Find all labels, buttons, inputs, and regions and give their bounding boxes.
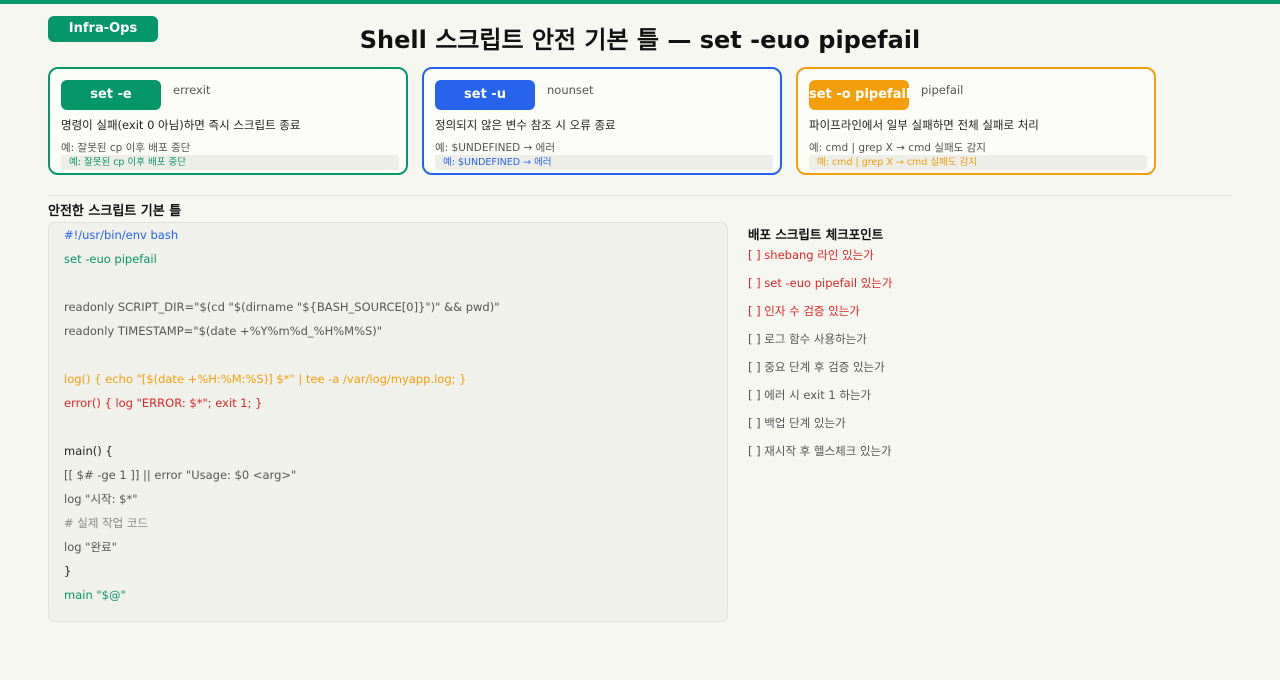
- top-accent-bar: [0, 0, 1280, 4]
- checklist-item: [ ] 로그 함수 사용하는가: [748, 332, 867, 346]
- code-line-arg-check: [[ $# -ge 1 ]] || error "Usage: $0 <arg>…: [64, 468, 297, 482]
- code-line-script-dir: readonly SCRIPT_DIR="$(cd "$(dirname "${…: [64, 300, 500, 314]
- flag-example-highlight: 예: $UNDEFINED → 에러: [435, 155, 773, 170]
- flag-example-highlight: 예: 잘못된 cp 이후 배포 중단: [61, 155, 399, 170]
- flag-alias: errexit: [173, 83, 211, 97]
- flag-alias: nounset: [547, 83, 594, 97]
- checklist-item: [ ] 인자 수 검증 있는가: [748, 304, 860, 318]
- code-line-comment: # 실제 작업 코드: [64, 516, 149, 530]
- code-section-title: 안전한 스크립트 기본 틀: [48, 204, 182, 219]
- checklist-item: [ ] 백업 단계 있는가: [748, 416, 846, 430]
- card-set-o-pipefail: set -o pipefail pipefail 파이프라인에서 일부 실패하면…: [796, 67, 1156, 175]
- checklist-item: [ ] set -euo pipefail 있는가: [748, 276, 893, 290]
- flag-description: 정의되지 않은 변수 참조 시 오류 종료: [435, 118, 616, 132]
- code-line-error-function: error() { log "ERROR: $*"; exit 1; }: [64, 396, 263, 410]
- code-block: #!/usr/bin/env bash set -euo pipefail re…: [48, 222, 728, 622]
- code-line-log-done: log "완료": [64, 540, 117, 554]
- code-line-log-start: log "시작: $*": [64, 492, 138, 506]
- flag-example-highlight: 예: cmd | grep X → cmd 실패도 감지: [809, 155, 1147, 170]
- card-set-e: set -e errexit 명령이 실패(exit 0 아님)하면 즉시 스크…: [48, 67, 408, 175]
- flag-pill-set-e: set -e: [61, 80, 161, 110]
- checklist-item: [ ] 에러 시 exit 1 하는가: [748, 388, 872, 402]
- flag-example: 예: 잘못된 cp 이후 배포 중단: [61, 142, 191, 154]
- code-line-set-flags: set -euo pipefail: [64, 252, 157, 266]
- flag-alias: pipefail: [921, 83, 964, 97]
- code-line-main-open: main() {: [64, 444, 113, 458]
- section-divider: [48, 195, 1232, 196]
- flag-pill-set-o-pipefail: set -o pipefail: [809, 80, 909, 110]
- flag-pill-set-u: set -u: [435, 80, 535, 110]
- checklist-item: [ ] 재시작 후 헬스체크 있는가: [748, 444, 892, 458]
- flag-description: 파이프라인에서 일부 실패하면 전체 실패로 처리: [809, 118, 1039, 132]
- code-line-main-call: main "$@": [64, 588, 126, 602]
- code-line-log-function: log() { echo "[$(date +%H:%M:%S)] $*" | …: [64, 372, 467, 386]
- checklist-title: 배포 스크립트 체크포인트: [748, 227, 884, 242]
- code-line-main-close: }: [64, 564, 72, 578]
- code-line-shebang: #!/usr/bin/env bash: [64, 228, 179, 242]
- checklist-item: [ ] 중요 단계 후 검증 있는가: [748, 360, 885, 374]
- card-set-u: set -u nounset 정의되지 않은 변수 참조 시 오류 종료 예: …: [422, 67, 782, 175]
- flag-description: 명령이 실패(exit 0 아님)하면 즉시 스크립트 종료: [61, 118, 301, 132]
- page-title: Shell 스크립트 안전 기본 틀 — set -euo pipefail: [359, 26, 921, 54]
- flag-example: 예: $UNDEFINED → 에러: [435, 142, 555, 154]
- flag-example: 예: cmd | grep X → cmd 실패도 감지: [809, 142, 986, 154]
- code-line-timestamp: readonly TIMESTAMP="$(date +%Y%m%d_%H%M%…: [64, 324, 383, 338]
- checklist-item: [ ] shebang 라인 있는가: [748, 248, 874, 262]
